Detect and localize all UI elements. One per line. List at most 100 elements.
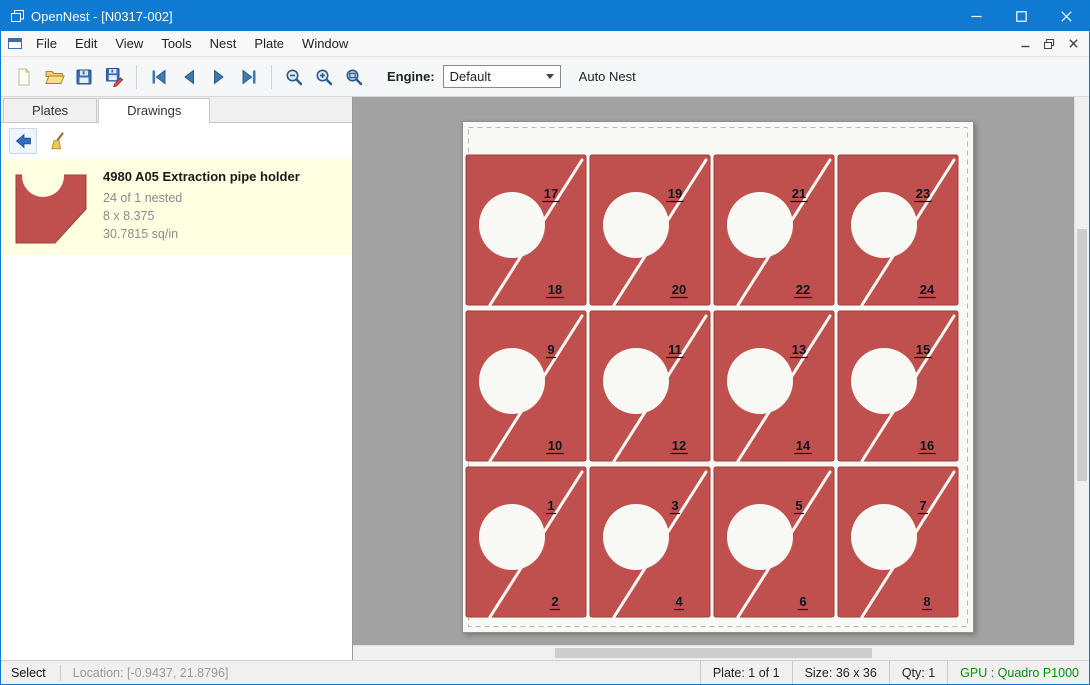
zoom-out-button[interactable]: [279, 62, 309, 92]
mdi-child-icon: [7, 36, 23, 51]
vertical-scrollbar-thumb[interactable]: [1077, 229, 1087, 481]
auto-nest-button[interactable]: Auto Nest: [579, 69, 636, 84]
part-number: 14: [796, 438, 811, 453]
mdi-controls: [1013, 34, 1089, 54]
content-area: Plates Drawings 4980 A05 Extraction pipe…: [1, 97, 1089, 660]
maximize-button[interactable]: [999, 1, 1044, 31]
drawing-list-item[interactable]: 4980 A05 Extraction pipe holder 24 of 1 …: [1, 159, 352, 255]
nested-part-pair[interactable]: 1112: [590, 311, 710, 461]
minimize-button[interactable]: [954, 1, 999, 31]
menu-item-plate[interactable]: Plate: [245, 31, 293, 57]
nested-part-pair[interactable]: 56: [714, 467, 834, 617]
part-number: 4: [675, 594, 683, 609]
new-file-icon: [14, 67, 34, 87]
close-button[interactable]: [1044, 1, 1089, 31]
part-number: 21: [792, 186, 806, 201]
horizontal-scrollbar[interactable]: [353, 645, 1074, 660]
menu-item-file[interactable]: File: [27, 31, 66, 57]
zoom-in-icon: [314, 67, 334, 87]
part-number: 23: [916, 186, 930, 201]
plate-svg: 171819202122232491011121314151612345678: [462, 121, 974, 633]
app-icon: [9, 8, 25, 24]
pipe-hole-cutout: [479, 192, 545, 258]
menu-item-view[interactable]: View: [106, 31, 152, 57]
menu-item-edit[interactable]: Edit: [66, 31, 106, 57]
pipe-hole-cutout: [727, 192, 793, 258]
status-segment-1: Size: 36 x 36: [792, 661, 889, 684]
vertical-scrollbar[interactable]: [1074, 97, 1089, 645]
nested-part-pair[interactable]: 1314: [714, 311, 834, 461]
part-number: 3: [671, 498, 678, 513]
new-file-button[interactable]: [9, 62, 39, 92]
app-window: OpenNest - [N0317-002] FileEditViewTools…: [0, 0, 1090, 685]
tab-plates[interactable]: Plates: [3, 98, 97, 122]
part-number: 15: [916, 342, 930, 357]
nested-part-pair[interactable]: 12: [466, 467, 586, 617]
nested-part-pair[interactable]: 9 10: [466, 311, 586, 461]
toolbar-separator: [136, 65, 137, 89]
nav-last-button[interactable]: [234, 62, 264, 92]
left-panel: Plates Drawings 4980 A05 Extraction pipe…: [1, 97, 353, 660]
pipe-hole-cutout: [851, 504, 917, 570]
mdi-minimize-button[interactable]: [1013, 34, 1037, 54]
save-edit-icon: [104, 66, 125, 87]
part-number: 22: [796, 282, 810, 297]
menu-item-nest[interactable]: Nest: [201, 31, 246, 57]
back-arrow-button[interactable]: [9, 128, 37, 154]
main-toolbar: Engine: Default Auto Nest: [1, 57, 1089, 97]
pipe-hole-cutout: [603, 348, 669, 414]
part-number: 2: [551, 594, 558, 609]
horizontal-scrollbar-thumb[interactable]: [555, 648, 872, 658]
nav-prev-icon: [179, 67, 199, 87]
zoom-in-button[interactable]: [309, 62, 339, 92]
part-number: 18: [548, 282, 562, 297]
part-number: 17: [544, 186, 558, 201]
status-bar: Select Location: [-0.9437, 21.8796] Plat…: [1, 660, 1089, 684]
nested-part-pair[interactable]: 34: [590, 467, 710, 617]
menu-item-tools[interactable]: Tools: [152, 31, 200, 57]
toolbar-separator: [271, 65, 272, 89]
nav-next-icon: [209, 67, 229, 87]
mdi-restore-button[interactable]: [1037, 34, 1061, 54]
scrollbar-corner: [1074, 645, 1089, 660]
nav-first-icon: [149, 67, 169, 87]
open-file-button[interactable]: [39, 62, 69, 92]
save-button[interactable]: [69, 62, 99, 92]
nested-part-pair[interactable]: 1718: [466, 155, 586, 305]
window-title: OpenNest - [N0317-002]: [31, 9, 173, 24]
part-number: 9: [547, 342, 554, 357]
nested-part-pair[interactable]: 78: [838, 467, 958, 617]
nest-canvas[interactable]: 171819202122232491011121314151612345678: [353, 97, 1089, 660]
part-thumbnail: [11, 167, 91, 247]
drawing-title: 4980 A05 Extraction pipe holder: [103, 169, 300, 184]
pipe-hole-cutout: [727, 348, 793, 414]
nested-part-pair[interactable]: 1920: [590, 155, 710, 305]
nav-next-button[interactable]: [204, 62, 234, 92]
save-edit-button[interactable]: [99, 62, 129, 92]
engine-selected-value: Default: [450, 69, 491, 84]
save-icon: [74, 67, 94, 87]
chevron-down-icon: [546, 74, 554, 79]
part-number: 7: [919, 498, 926, 513]
nested-part-pair[interactable]: 23 24: [838, 155, 958, 305]
nav-prev-button[interactable]: [174, 62, 204, 92]
part-number: 10: [548, 438, 562, 453]
nested-part-pair[interactable]: 21 22: [714, 155, 834, 305]
mdi-close-button[interactable]: [1061, 34, 1085, 54]
engine-select[interactable]: Default: [443, 65, 561, 88]
menu-item-window[interactable]: Window: [293, 31, 357, 57]
tab-drawings[interactable]: Drawings: [98, 98, 210, 123]
part-number: 6: [799, 594, 806, 609]
part-number: 24: [920, 282, 935, 297]
tab-strip: Plates Drawings: [1, 97, 352, 123]
nav-first-button[interactable]: [144, 62, 174, 92]
status-right: Plate: 1 of 1Size: 36 x 36Qty: 1GPU : Qu…: [700, 661, 1089, 684]
pipe-hole-cutout: [479, 348, 545, 414]
clear-broom-button[interactable]: [43, 128, 71, 154]
nested-part-pair[interactable]: 1516: [838, 311, 958, 461]
pipe-hole-cutout: [851, 192, 917, 258]
part-number: 8: [923, 594, 930, 609]
pipe-hole-cutout: [479, 504, 545, 570]
broom-icon: [47, 131, 67, 151]
zoom-fit-button[interactable]: [339, 62, 369, 92]
